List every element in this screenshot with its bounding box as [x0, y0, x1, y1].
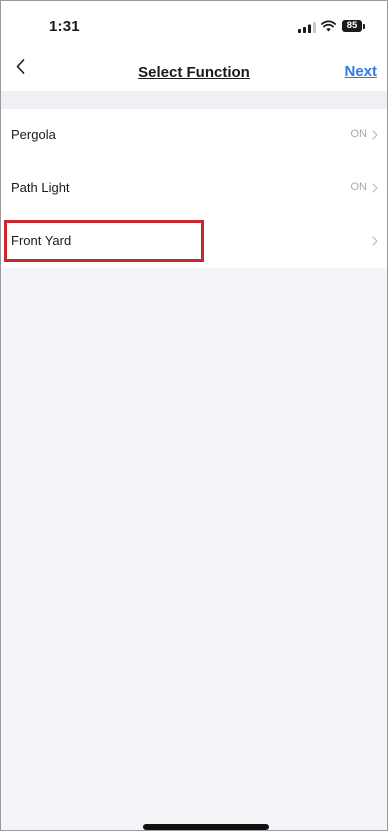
function-label: Pergola [11, 127, 56, 142]
cellular-signal-icon [298, 22, 316, 33]
function-label: Path Light [11, 180, 70, 195]
battery-cap [363, 23, 365, 29]
navigation-bar: Select Function Next [1, 47, 387, 91]
back-button[interactable] [11, 53, 39, 81]
list-item-front-yard[interactable]: Front Yard [1, 215, 387, 268]
status-bar: 1:31 85 [1, 1, 387, 47]
page-title: Select Function [138, 64, 250, 81]
chevron-right-icon [372, 236, 378, 246]
app-screen: 1:31 85 Select Function Next Pergola ON … [0, 0, 388, 831]
wifi-icon [321, 20, 336, 32]
chevron-right-icon [372, 183, 378, 193]
next-button[interactable]: Next [344, 63, 377, 80]
battery-level: 85 [342, 20, 362, 32]
chevron-left-icon [16, 59, 25, 74]
list-item-pergola[interactable]: Pergola ON [1, 109, 387, 162]
section-divider [1, 91, 387, 109]
status-time: 1:31 [49, 18, 80, 35]
home-indicator [143, 824, 269, 830]
function-label: Front Yard [11, 233, 72, 248]
battery-icon: 85 [342, 19, 365, 33]
chevron-right-icon [372, 130, 378, 140]
list-item-path-light[interactable]: Path Light ON [1, 162, 387, 215]
function-list: Pergola ON Path Light ON Front Yard [1, 109, 387, 268]
function-status: ON [350, 128, 368, 140]
function-status: ON [350, 181, 368, 193]
